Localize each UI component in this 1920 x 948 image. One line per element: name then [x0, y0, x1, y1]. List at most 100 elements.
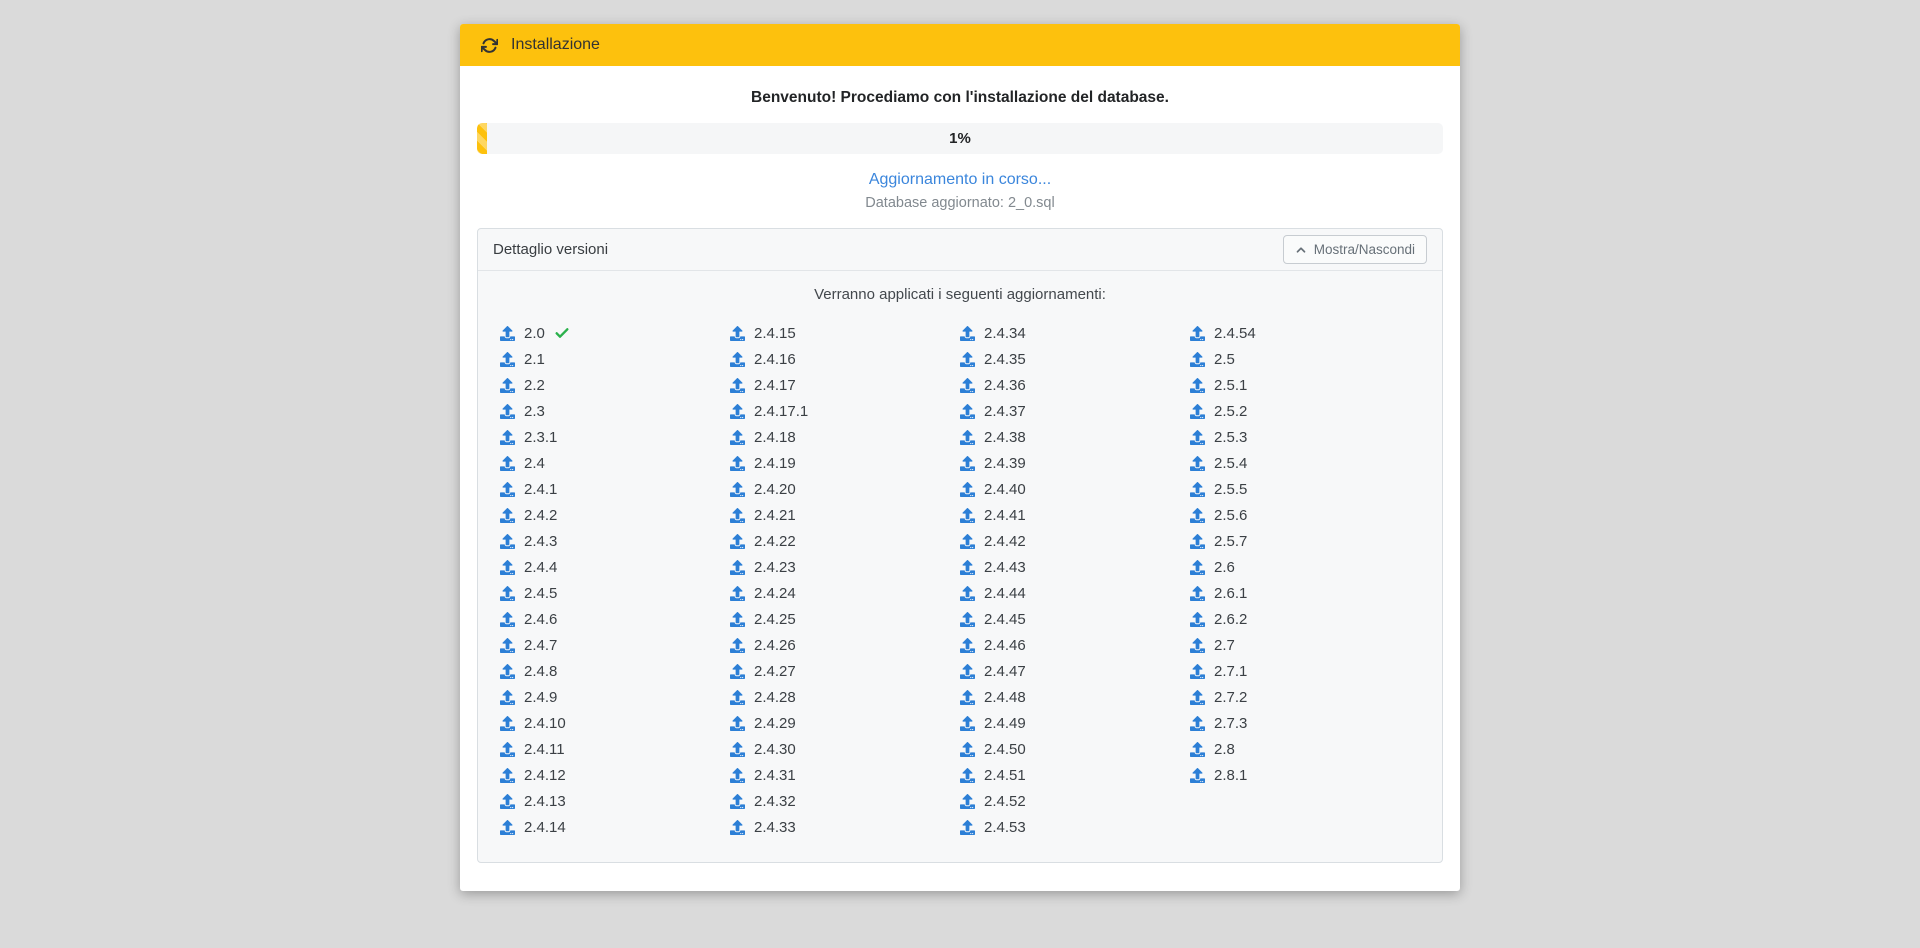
version-item: 2.4.33: [730, 814, 960, 840]
upload-icon: [960, 768, 975, 783]
version-item: 2.7: [1190, 632, 1420, 658]
version-item: 2.5.6: [1190, 502, 1420, 528]
upload-icon: [960, 326, 975, 341]
version-label: 2.0: [524, 325, 545, 342]
version-item: 2.4.38: [960, 424, 1190, 450]
version-label: 2.4.30: [754, 741, 796, 758]
version-item: 2.4.5: [500, 580, 730, 606]
version-item: 2.4.12: [500, 762, 730, 788]
version-item: 2.2: [500, 372, 730, 398]
version-label: 2.4.17: [754, 377, 796, 394]
upload-icon: [1190, 690, 1205, 705]
version-item: 2.4.2: [500, 502, 730, 528]
upload-icon: [500, 820, 515, 835]
version-item: 2.5.5: [1190, 476, 1420, 502]
upload-icon: [960, 638, 975, 653]
version-label: 2.4.19: [754, 455, 796, 472]
version-label: 2.5.7: [1214, 533, 1247, 550]
version-label: 2.4.5: [524, 585, 557, 602]
version-item: 2.4.23: [730, 554, 960, 580]
upload-icon: [1190, 508, 1205, 523]
version-item: 2.5.1: [1190, 372, 1420, 398]
upload-icon: [730, 430, 745, 445]
upload-icon: [960, 404, 975, 419]
version-label: 2.4.44: [984, 585, 1026, 602]
version-item: 2.4.10: [500, 710, 730, 736]
version-label: 2.4.4: [524, 559, 557, 576]
upload-icon: [500, 716, 515, 731]
version-label: 2.3: [524, 403, 545, 420]
version-item: 2.4.50: [960, 736, 1190, 762]
upload-icon: [960, 508, 975, 523]
welcome-message: Benvenuto! Procediamo con l'installazion…: [477, 89, 1443, 107]
version-item: 2.4.17.1: [730, 398, 960, 424]
version-item: 2.4.7: [500, 632, 730, 658]
upload-icon: [730, 482, 745, 497]
check-icon: [554, 325, 570, 341]
version-label: 2.8.1: [1214, 767, 1247, 784]
upload-icon: [960, 456, 975, 471]
upload-icon: [730, 768, 745, 783]
upload-icon: [730, 534, 745, 549]
version-item: 2.7.2: [1190, 684, 1420, 710]
version-item: 2.4.9: [500, 684, 730, 710]
toggle-versions-button[interactable]: Mostra/Nascondi: [1283, 235, 1427, 264]
upload-icon: [1190, 404, 1205, 419]
version-item: 2.8: [1190, 736, 1420, 762]
upload-icon: [500, 794, 515, 809]
version-label: 2.4.40: [984, 481, 1026, 498]
version-label: 2.4.27: [754, 663, 796, 680]
version-label: 2.5: [1214, 351, 1235, 368]
version-label: 2.4.43: [984, 559, 1026, 576]
version-label: 2.4.50: [984, 741, 1026, 758]
versions-panel-header: Dettaglio versioni Mostra/Nascondi: [478, 229, 1442, 271]
version-item: 2.4.34: [960, 320, 1190, 346]
upload-icon: [960, 352, 975, 367]
upload-icon: [730, 456, 745, 471]
upload-icon: [960, 430, 975, 445]
upload-icon: [1190, 482, 1205, 497]
upload-icon: [960, 482, 975, 497]
version-item: 2.4.17: [730, 372, 960, 398]
upload-icon: [1190, 560, 1205, 575]
version-item: 2.4.36: [960, 372, 1190, 398]
version-item: 2.4.21: [730, 502, 960, 528]
version-item: 2.4.31: [730, 762, 960, 788]
version-label: 2.4.29: [754, 715, 796, 732]
version-item: 2.5.2: [1190, 398, 1420, 424]
version-label: 2.4.1: [524, 481, 557, 498]
upload-icon: [500, 378, 515, 393]
version-item: 2.4.30: [730, 736, 960, 762]
upload-icon: [960, 586, 975, 601]
upload-icon: [730, 820, 745, 835]
version-item: 2.1: [500, 346, 730, 372]
version-item: 2.4.42: [960, 528, 1190, 554]
version-label: 2.4.2: [524, 507, 557, 524]
upload-icon: [730, 612, 745, 627]
version-label: 2.4.54: [1214, 325, 1256, 342]
upload-icon: [1190, 768, 1205, 783]
version-label: 2.4.38: [984, 429, 1026, 446]
version-item: 2.4.14: [500, 814, 730, 840]
upload-icon: [960, 534, 975, 549]
version-item: 2.4.52: [960, 788, 1190, 814]
version-item: 2.4.37: [960, 398, 1190, 424]
version-label: 2.6.2: [1214, 611, 1247, 628]
version-label: 2.3.1: [524, 429, 557, 446]
version-label: 2.4.35: [984, 351, 1026, 368]
upload-icon: [500, 690, 515, 705]
version-item: 2.4.8: [500, 658, 730, 684]
version-label: 2.7: [1214, 637, 1235, 654]
version-item: 2.6: [1190, 554, 1420, 580]
upload-icon: [1190, 430, 1205, 445]
version-label: 2.4.22: [754, 533, 796, 550]
upload-icon: [500, 456, 515, 471]
upload-icon: [730, 742, 745, 757]
version-label: 2.4.13: [524, 793, 566, 810]
upload-icon: [730, 404, 745, 419]
installer-window: Installazione Benvenuto! Procediamo con …: [460, 24, 1460, 891]
version-label: 2.4.32: [754, 793, 796, 810]
version-label: 2.4.51: [984, 767, 1026, 784]
versions-panel-title: Dettaglio versioni: [493, 241, 608, 258]
versions-panel: Dettaglio versioni Mostra/Nascondi Verra…: [477, 228, 1443, 863]
